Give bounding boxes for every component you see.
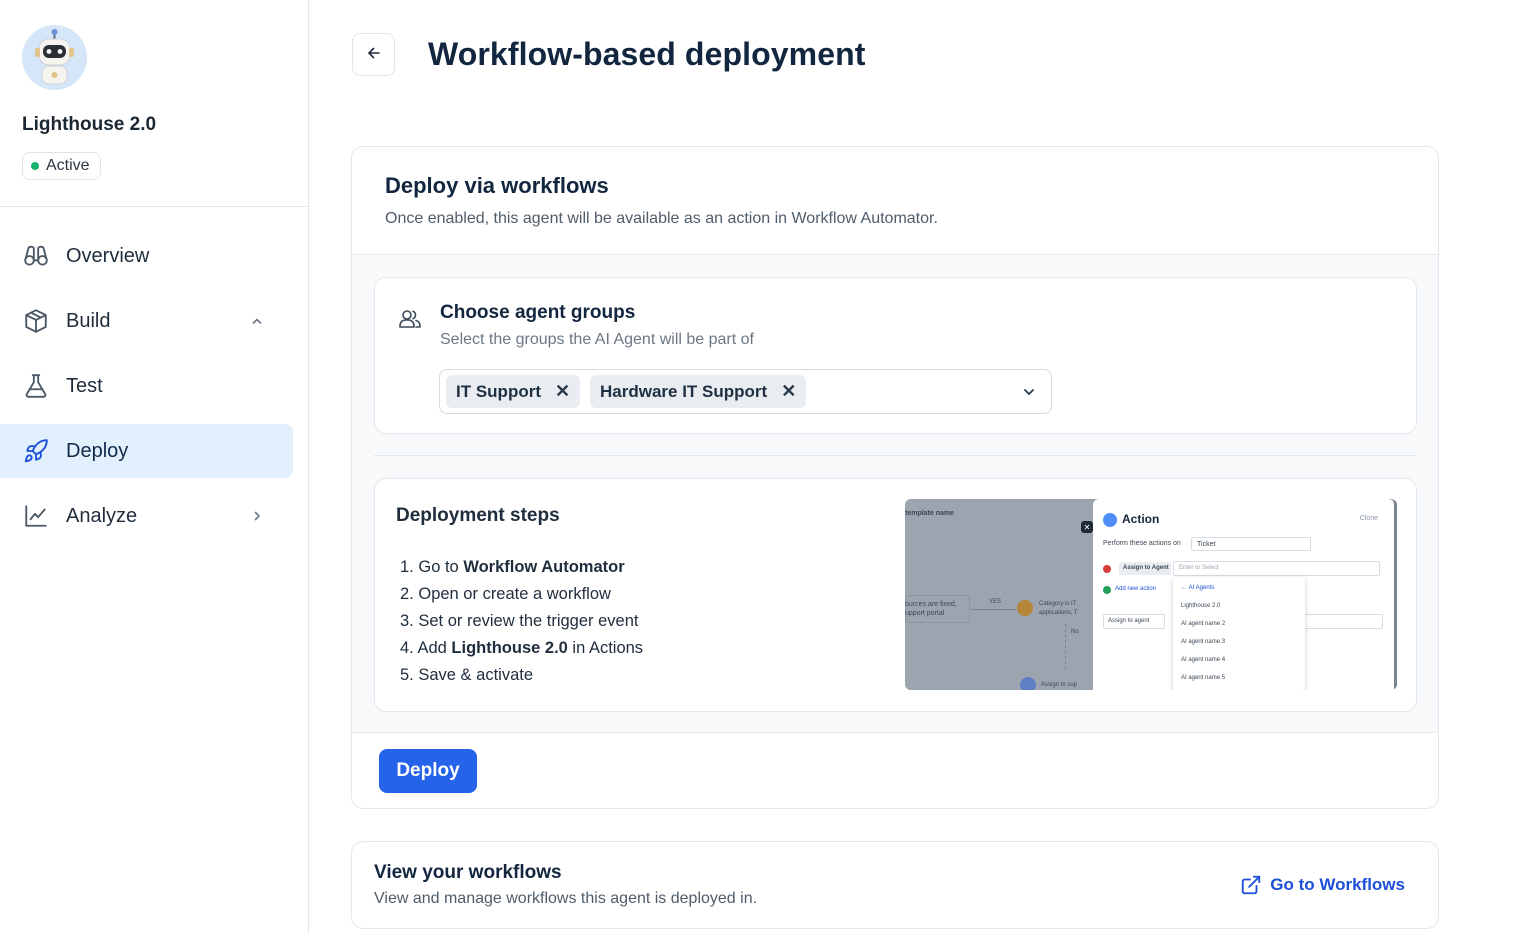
agent-groups-description: Select the groups the AI Agent will be p… bbox=[440, 331, 754, 348]
chart-line-icon bbox=[22, 502, 50, 530]
deployment-steps-list: 1. Go to Workflow Automator 2. Open or c… bbox=[400, 554, 643, 689]
remove-chip-icon[interactable]: ✕ bbox=[781, 381, 796, 402]
robot-icon bbox=[22, 25, 87, 90]
sidebar-item-label: Analyze bbox=[66, 504, 138, 527]
preview-agent-dropdown: ← AI Agents Lighthouse 2.0 AI agent name… bbox=[1173, 577, 1305, 690]
step-item: 2. Open or create a workflow bbox=[400, 585, 611, 603]
sidebar-item-label: Deploy bbox=[66, 439, 129, 462]
agent-name: Lighthouse 2.0 bbox=[22, 114, 157, 135]
sidebar-item-test[interactable]: Test bbox=[0, 359, 293, 413]
users-group-icon bbox=[397, 308, 423, 330]
chevron-down-icon[interactable] bbox=[1021, 384, 1037, 400]
status-dot-icon bbox=[31, 162, 39, 170]
sidebar-item-label: Test bbox=[66, 374, 103, 397]
deploy-card: Deploy via workflows Once enabled, this … bbox=[351, 146, 1439, 809]
view-workflows-title: View your workflows bbox=[374, 862, 562, 883]
preview-action-panel: Action Clone Perform these actions on Ti… bbox=[1093, 499, 1394, 690]
rocket-icon bbox=[22, 437, 50, 465]
sidebar-item-label: Build bbox=[66, 309, 111, 332]
agent-groups-title: Choose agent groups bbox=[440, 302, 636, 323]
status-badge: Active bbox=[22, 152, 101, 180]
agent-avatar bbox=[22, 25, 87, 90]
sidebar-item-deploy[interactable]: Deploy bbox=[0, 424, 293, 478]
workflow-preview-image: template name ources are fixed, upport p… bbox=[905, 499, 1397, 690]
step-item: 1. Go to Workflow Automator bbox=[400, 558, 625, 576]
deploy-section-description: Once enabled, this agent will be availab… bbox=[385, 210, 938, 227]
view-workflows-card: View your workflows View and manage work… bbox=[351, 841, 1439, 929]
binoculars-icon bbox=[22, 242, 50, 270]
sidebar-item-analyze[interactable]: Analyze bbox=[0, 489, 293, 543]
preview-close-icon: ✕ bbox=[1081, 521, 1093, 533]
chevron-up-icon[interactable] bbox=[249, 313, 265, 329]
remove-chip-icon[interactable]: ✕ bbox=[555, 381, 570, 402]
go-to-workflows-link[interactable]: Go to Workflows bbox=[1240, 874, 1405, 896]
deploy-card-body: Choose agent groups Select the groups th… bbox=[352, 255, 1438, 733]
preview-canvas: template name ources are fixed, upport p… bbox=[905, 499, 1093, 690]
step-item: 4. Add Lighthouse 2.0 in Actions bbox=[400, 639, 644, 657]
sidebar-divider bbox=[0, 206, 308, 207]
go-to-workflows-label: Go to Workflows bbox=[1270, 875, 1405, 894]
box-icon bbox=[22, 307, 50, 335]
arrow-left-icon bbox=[365, 44, 383, 65]
status-label: Active bbox=[46, 157, 90, 174]
section-divider bbox=[374, 455, 1417, 456]
page-title: Workflow-based deployment bbox=[428, 36, 866, 72]
group-chip-label: Hardware IT Support bbox=[600, 381, 768, 401]
agent-groups-select[interactable]: IT Support ✕ Hardware IT Support ✕ bbox=[439, 369, 1052, 414]
deploy-card-header: Deploy via workflows Once enabled, this … bbox=[352, 147, 1438, 255]
step-item: 3. Set or review the trigger event bbox=[400, 612, 639, 630]
sidebar-item-build[interactable]: Build bbox=[0, 294, 293, 348]
external-link-icon bbox=[1240, 874, 1262, 896]
back-button[interactable] bbox=[352, 33, 395, 76]
deploy-button[interactable]: Deploy bbox=[379, 749, 477, 793]
group-chip: IT Support ✕ bbox=[446, 375, 581, 408]
sidebar-item-label: Overview bbox=[66, 244, 150, 267]
step-item: 5. Save & activate bbox=[400, 666, 534, 684]
deployment-steps-title: Deployment steps bbox=[396, 505, 560, 526]
chevron-right-icon[interactable] bbox=[249, 508, 265, 524]
agent-groups-panel: Choose agent groups Select the groups th… bbox=[374, 277, 1417, 434]
view-workflows-description: View and manage workflows this agent is … bbox=[374, 890, 758, 907]
group-chip-label: IT Support bbox=[456, 381, 541, 401]
sidebar-item-overview[interactable]: Overview bbox=[0, 229, 293, 283]
flask-icon bbox=[22, 372, 50, 400]
deploy-section-title: Deploy via workflows bbox=[385, 173, 609, 198]
sidebar: Lighthouse 2.0 Active Overview Build Tes… bbox=[0, 0, 309, 934]
group-chip: Hardware IT Support ✕ bbox=[590, 375, 807, 408]
deployment-steps-panel: Deployment steps 1. Go to Workflow Autom… bbox=[374, 478, 1417, 712]
